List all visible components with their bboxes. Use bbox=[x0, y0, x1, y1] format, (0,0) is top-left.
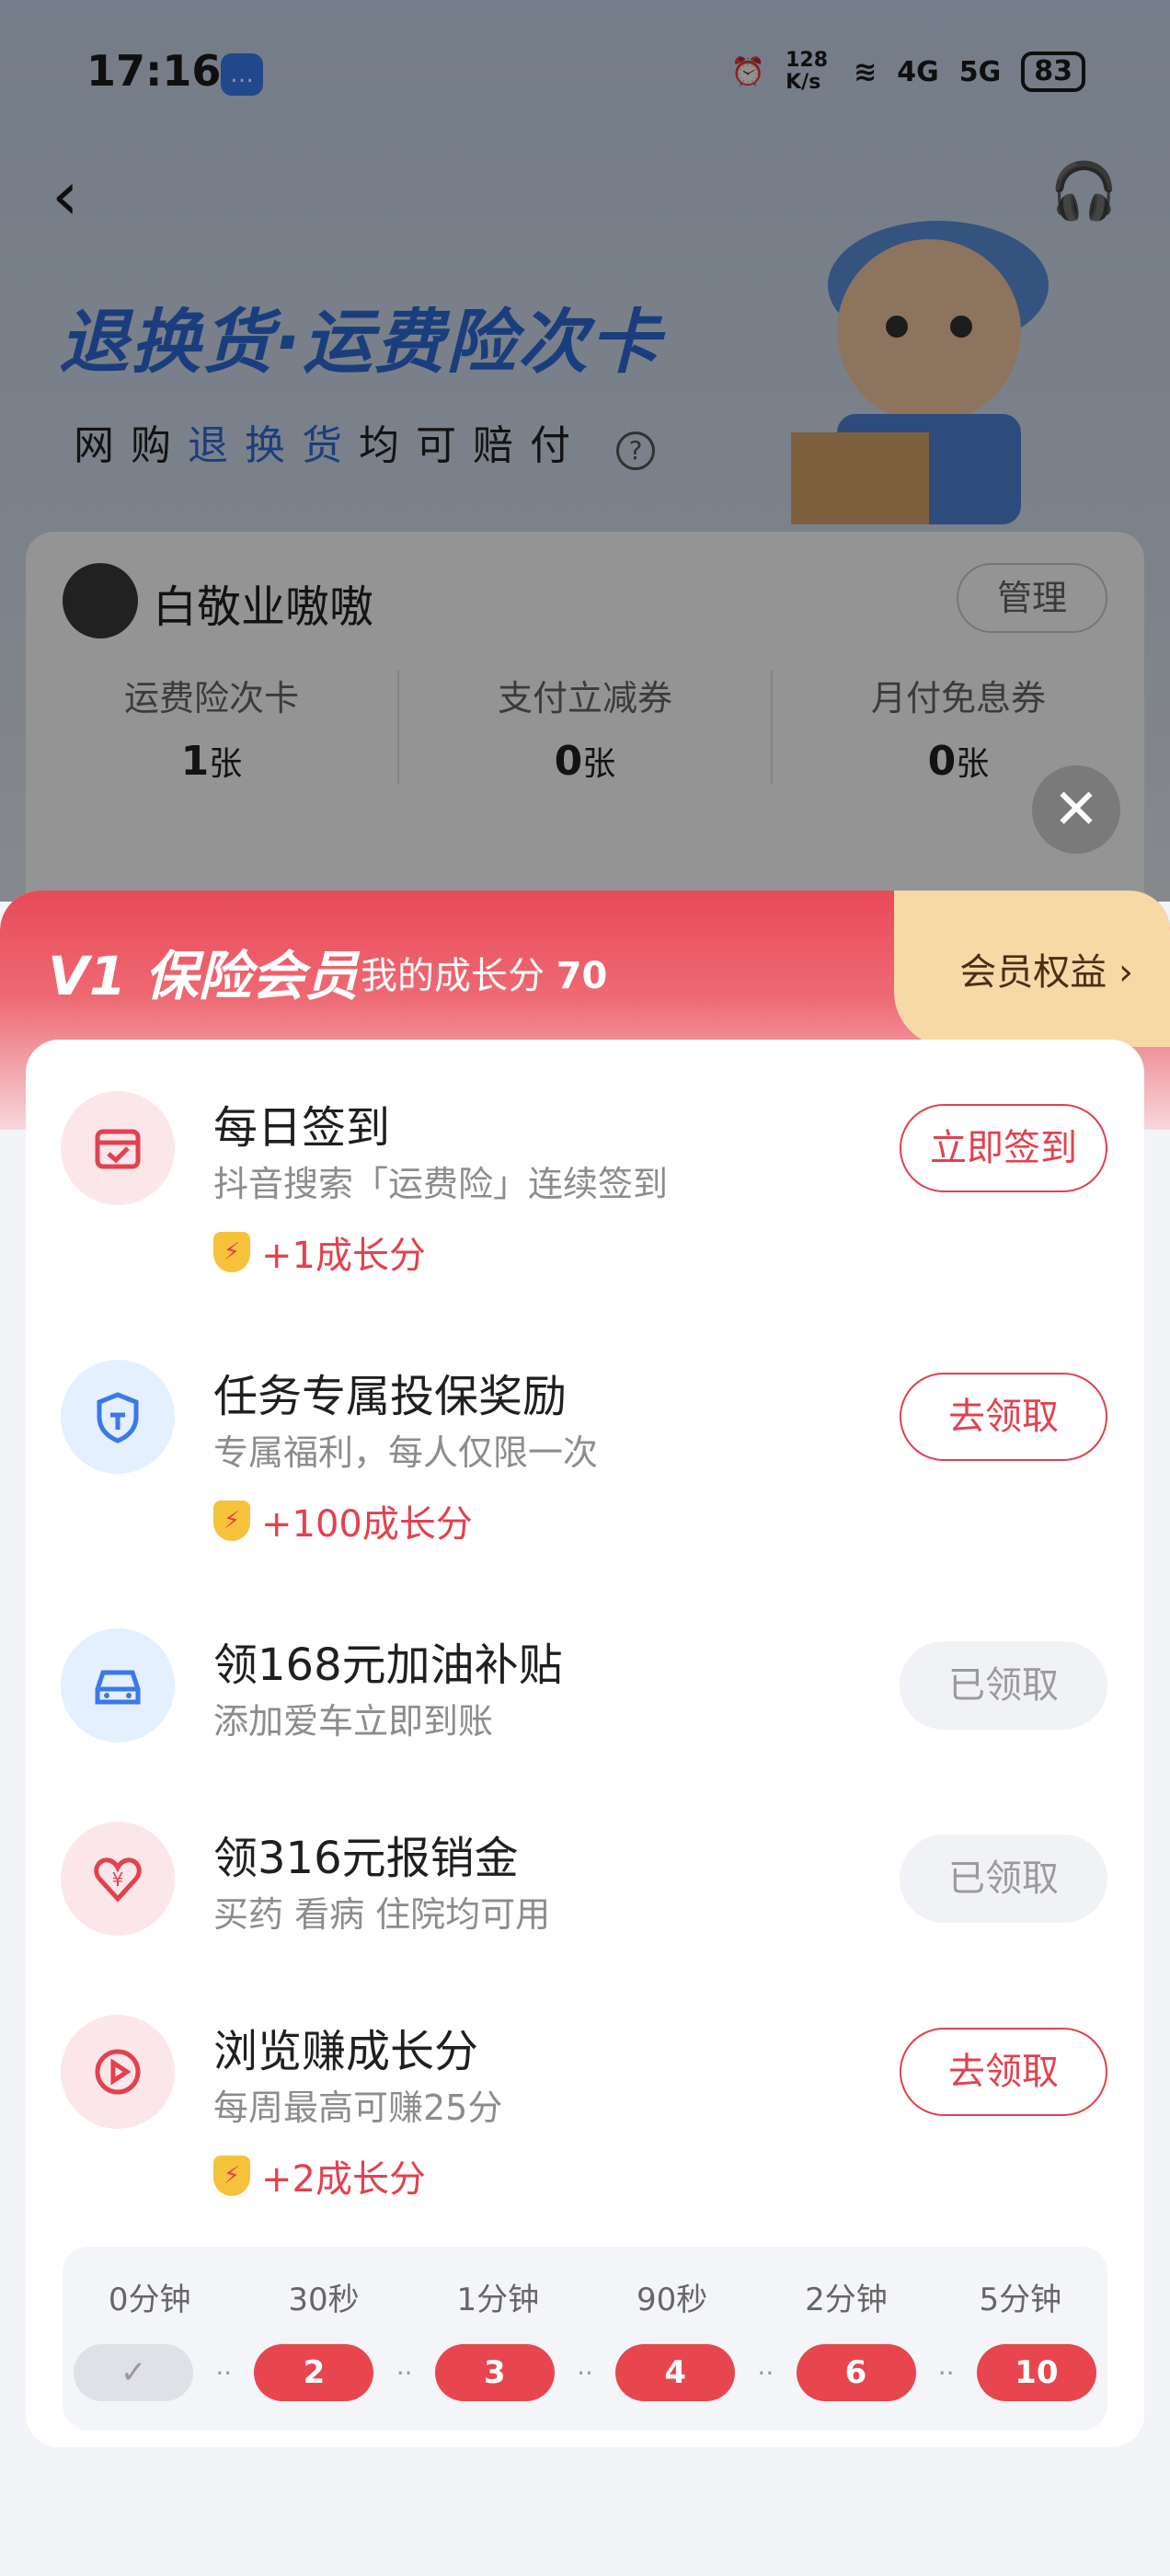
claim-button[interactable]: 去领取 bbox=[900, 2028, 1107, 2116]
claimed-button[interactable]: 已领取 bbox=[900, 1834, 1107, 1923]
task-reward: ⚡ +100成长分 bbox=[213, 1494, 473, 1547]
bolt-shield-icon: ⚡ bbox=[213, 1501, 250, 1541]
task-desc: 添加爱车立即到账 bbox=[213, 1701, 494, 1742]
task-title: 领168元加油补贴 bbox=[213, 1639, 563, 1691]
heart-yen-icon: ¥ bbox=[61, 1822, 175, 1936]
timeline-label: 30秒 bbox=[288, 2282, 360, 2318]
timeline-label: 5分钟 bbox=[979, 2282, 1062, 2318]
task-desc: 专属福利，每人仅限一次 bbox=[213, 1432, 599, 1473]
timeline-row: ✓ ·· 2 ·· 3 ·· 4 ·· 6 ·· 10 bbox=[63, 2344, 1107, 2401]
task-title: 浏览赚成长分 bbox=[213, 2026, 479, 2077]
timeline-label: 0分钟 bbox=[108, 2282, 191, 2318]
timeline-dots: ·· bbox=[937, 2357, 955, 2388]
task-desc: 买药 看病 住院均可用 bbox=[213, 1894, 551, 1935]
member-sheet: V1 保险会员 我的成长分 70 会员权益 › 每日签到 抖音搜索「运费险」连续… bbox=[0, 891, 1170, 2576]
timeline-step: 2 bbox=[254, 2344, 374, 2401]
timeline-label: 1分钟 bbox=[456, 2282, 540, 2318]
timeline-step: 10 bbox=[976, 2344, 1096, 2401]
browse-timeline: 0分钟 30秒 1分钟 90秒 2分钟 5分钟 ✓ ·· 2 ·· 3 ·· 4… bbox=[63, 2247, 1107, 2431]
timeline-step: 4 bbox=[615, 2344, 736, 2401]
car-icon bbox=[61, 1628, 175, 1742]
timeline-dots: ·· bbox=[396, 2357, 413, 2388]
timeline-dots: ·· bbox=[757, 2357, 774, 2388]
timeline-step: 3 bbox=[434, 2344, 555, 2401]
task-title: 每日签到 bbox=[213, 1102, 391, 1154]
vip-title: V1 保险会员 bbox=[48, 945, 359, 1007]
calendar-check-icon bbox=[61, 1091, 175, 1205]
bolt-shield-icon: ⚡ bbox=[213, 1232, 250, 1272]
timeline-dots: ·· bbox=[577, 2357, 593, 2388]
checkin-button[interactable]: 立即签到 bbox=[900, 1104, 1107, 1192]
timeline-label: 2分钟 bbox=[805, 2282, 888, 2318]
member-benefit-link[interactable]: 会员权益 › bbox=[959, 942, 1133, 995]
bolt-shield-icon: ⚡ bbox=[213, 2156, 250, 2196]
modal-overlay[interactable] bbox=[0, 0, 1170, 902]
task-reward: ⚡ +2成长分 bbox=[213, 2149, 426, 2202]
timeline-step-done: ✓ bbox=[74, 2344, 194, 2401]
task-desc: 每周最高可赚25分 bbox=[213, 2087, 503, 2128]
task-panel: 每日签到 抖音搜索「运费险」连续签到 ⚡ +1成长分 立即签到 任务专属投保奖励 … bbox=[26, 1040, 1144, 2447]
task-reward: ⚡ +1成长分 bbox=[213, 1225, 426, 1279]
claim-button[interactable]: 去领取 bbox=[900, 1373, 1107, 1461]
timeline-dots: ·· bbox=[215, 2357, 233, 2388]
shield-icon bbox=[61, 1360, 175, 1474]
timeline-step: 6 bbox=[796, 2344, 916, 2401]
task-title: 任务专属投保奖励 bbox=[213, 1371, 568, 1422]
timeline-label: 90秒 bbox=[637, 2282, 708, 2318]
svg-text:¥: ¥ bbox=[112, 1869, 124, 1891]
task-title: 领316元报销金 bbox=[213, 1833, 519, 1884]
claimed-button[interactable]: 已领取 bbox=[900, 1641, 1107, 1730]
task-desc: 抖音搜索「运费险」连续签到 bbox=[213, 1164, 669, 1204]
close-icon[interactable]: ✕ bbox=[1032, 765, 1120, 854]
growth-score: 我的成长分 70 bbox=[361, 955, 608, 997]
play-icon bbox=[61, 2015, 175, 2129]
timeline-labels: 0分钟 30秒 1分钟 90秒 2分钟 5分钟 bbox=[63, 2274, 1107, 2319]
